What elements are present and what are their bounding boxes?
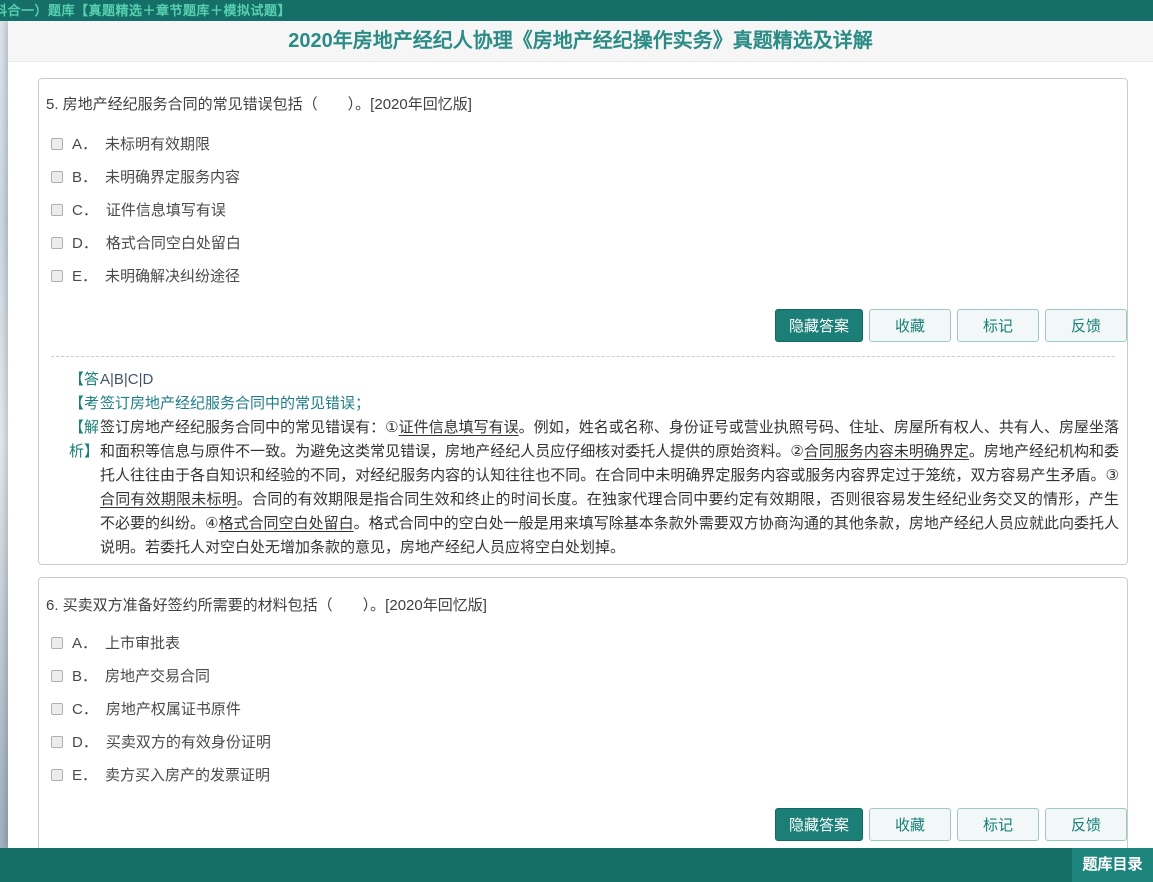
- option-row[interactable]: D． 格式合同空白处留白: [51, 235, 241, 255]
- option-text: 格式合同空白处留白: [106, 235, 241, 252]
- option-checkbox[interactable]: [51, 670, 63, 682]
- hide-answer-button[interactable]: 隐藏答案: [775, 309, 863, 342]
- question-card: 6. 买卖双方准备好签约所需要的材料包括（ ）。[2020年回忆版] A． 上市审…: [38, 577, 1128, 877]
- option-checkbox[interactable]: [51, 703, 63, 715]
- option-letter: B．: [72, 169, 97, 186]
- exam-point-row: 【考 签订房地产经纪服务合同中的常见错误；: [69, 392, 1119, 416]
- page-title: 2020年房地产经纪人协理《房地产经纪操作实务》真题精选及详解: [288, 21, 873, 62]
- analysis-segment-underlined: 合同服务内容未明确界定: [804, 443, 969, 460]
- option-text: 未明确解决纠纷途径: [105, 268, 240, 285]
- option-row[interactable]: B． 房地产交易合同: [51, 668, 210, 688]
- answer-row: 【答 A|B|C|D: [69, 368, 1119, 392]
- option-checkbox[interactable]: [51, 637, 63, 649]
- answer-value: A|B|C|D: [100, 368, 153, 392]
- topbar-breadcrumb: 科合一）题库【真题精选＋章节题库＋模拟试题】: [0, 0, 291, 21]
- option-row[interactable]: B． 未明确界定服务内容: [51, 169, 240, 189]
- question-stem: 6. 买卖双方准备好签约所需要的材料包括（ ）。[2020年回忆版]: [46, 594, 487, 615]
- option-letter: B．: [72, 668, 97, 685]
- analysis-label: 【解析】: [69, 416, 100, 560]
- option-text: 上市审批表: [105, 635, 180, 652]
- option-letter: C．: [72, 701, 98, 718]
- exam-point-text: 签订房地产经纪服务合同中的常见错误；: [100, 392, 370, 416]
- option-letter: A．: [72, 635, 97, 652]
- answer-section: 【答 A|B|C|D 【考 签订房地产经纪服务合同中的常见错误； 【解析】 签订…: [69, 368, 1119, 560]
- favorite-button[interactable]: 收藏: [869, 808, 951, 841]
- page-header: 2020年房地产经纪人协理《房地产经纪操作实务》真题精选及详解: [8, 21, 1153, 62]
- answer-label: 【答: [69, 368, 100, 392]
- favorite-button[interactable]: 收藏: [869, 309, 951, 342]
- feedback-button[interactable]: 反馈: [1045, 309, 1127, 342]
- feedback-button[interactable]: 反馈: [1045, 808, 1127, 841]
- option-checkbox[interactable]: [51, 769, 63, 781]
- option-text: 未明确界定服务内容: [105, 169, 240, 186]
- top-title-bar: 科合一）题库【真题精选＋章节题库＋模拟试题】: [0, 0, 1153, 21]
- dashed-divider: [51, 356, 1115, 357]
- option-checkbox[interactable]: [51, 204, 63, 216]
- option-letter: E．: [72, 268, 97, 285]
- analysis-segment-underlined: 证件信息填写有误: [399, 419, 519, 436]
- option-checkbox[interactable]: [51, 237, 63, 249]
- analysis-segment-underlined: 格式合同空白处留白: [219, 515, 354, 532]
- option-row[interactable]: A． 上市审批表: [51, 635, 180, 655]
- question-bank-catalog-button[interactable]: 题库目录: [1072, 848, 1153, 882]
- option-letter: A．: [72, 136, 97, 153]
- option-row[interactable]: A． 未标明有效期限: [51, 136, 210, 156]
- analysis-text: 签订房地产经纪服务合同中的常见错误有：①证件信息填写有误。例如，姓名或名称、身份…: [100, 416, 1119, 560]
- option-text: 房地产交易合同: [105, 668, 210, 685]
- option-text: 买卖双方的有效身份证明: [106, 734, 271, 751]
- option-letter: E．: [72, 767, 97, 784]
- option-row[interactable]: E． 未明确解决纠纷途径: [51, 268, 240, 288]
- analysis-segment: 签订房地产经纪服务合同中的常见错误有：①: [100, 419, 399, 436]
- option-letter: D．: [72, 235, 98, 252]
- option-letter: C．: [72, 202, 98, 219]
- option-row[interactable]: C． 证件信息填写有误: [51, 202, 226, 222]
- question-card: 5. 房地产经纪服务合同的常见错误包括（ ）。[2020年回忆版] A． 未标明有…: [38, 78, 1128, 565]
- analysis-row: 【解析】 签订房地产经纪服务合同中的常见错误有：①证件信息填写有误。例如，姓名或…: [69, 416, 1119, 560]
- option-letter: D．: [72, 734, 98, 751]
- mark-button[interactable]: 标记: [957, 309, 1039, 342]
- option-row[interactable]: C． 房地产权属证书原件: [51, 701, 241, 721]
- actions-row: 隐藏答案 收藏 标记 反馈: [775, 808, 1127, 841]
- exam-point-label: 【考: [69, 392, 100, 416]
- option-text: 卖方买入房产的发票证明: [105, 767, 270, 784]
- mark-button[interactable]: 标记: [957, 808, 1039, 841]
- option-checkbox[interactable]: [51, 736, 63, 748]
- content-panel: 2020年房地产经纪人协理《房地产经纪操作实务》真题精选及详解 5. 房地产经纪…: [8, 21, 1153, 848]
- analysis-segment-underlined: 合同有效期限未标明: [100, 491, 237, 508]
- question-stem: 5. 房地产经纪服务合同的常见错误包括（ ）。[2020年回忆版]: [46, 93, 472, 114]
- option-checkbox[interactable]: [51, 270, 63, 282]
- option-text: 证件信息填写有误: [106, 202, 226, 219]
- option-text: 房地产权属证书原件: [106, 701, 241, 718]
- bottom-bar: 题库目录: [0, 848, 1153, 882]
- option-row[interactable]: D． 买卖双方的有效身份证明: [51, 734, 271, 754]
- option-row[interactable]: E． 卖方买入房产的发票证明: [51, 767, 270, 787]
- option-text: 未标明有效期限: [105, 136, 210, 153]
- option-checkbox[interactable]: [51, 171, 63, 183]
- hide-answer-button[interactable]: 隐藏答案: [775, 808, 863, 841]
- option-checkbox[interactable]: [51, 138, 63, 150]
- actions-row: 隐藏答案 收藏 标记 反馈: [775, 309, 1127, 342]
